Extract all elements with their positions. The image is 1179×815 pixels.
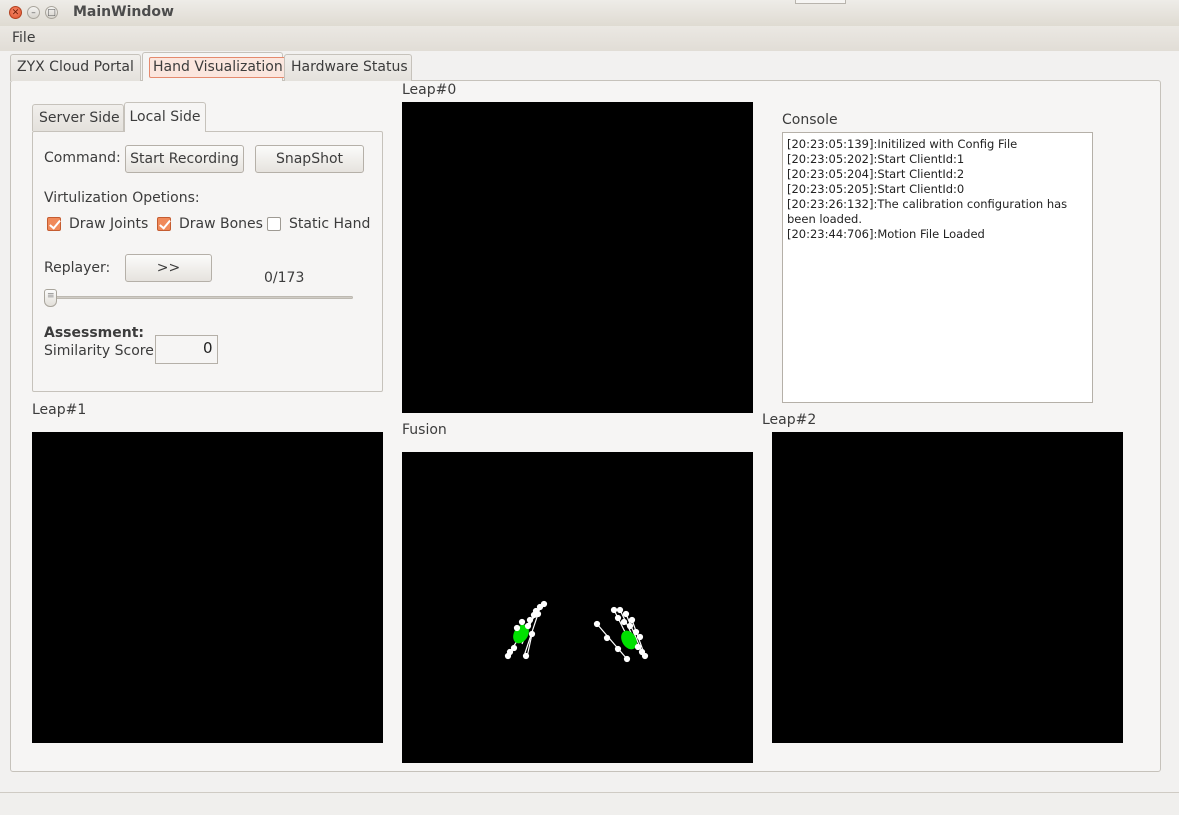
replay-slider-track[interactable] bbox=[46, 296, 353, 299]
status-bar bbox=[0, 792, 1179, 815]
minimize-window-button[interactable]: – bbox=[27, 6, 40, 19]
draw-bones-checkbox[interactable] bbox=[157, 217, 171, 231]
draw-joints-checkbox[interactable] bbox=[47, 217, 61, 231]
visualization-options-label: Virtulization Opetions: bbox=[44, 190, 200, 206]
snapshot-button[interactable]: SnapShot bbox=[255, 145, 364, 173]
leap1-label: Leap#1 bbox=[32, 402, 87, 418]
leap0-label: Leap#0 bbox=[402, 82, 457, 98]
left-hand-skeleton bbox=[504, 600, 548, 660]
fusion-hands-render bbox=[504, 600, 649, 663]
similarity-score-value: 0 bbox=[203, 339, 213, 357]
similarity-score-label: Similarity Score: bbox=[44, 343, 159, 359]
title-bar: ✕ – □ MainWindow bbox=[0, 0, 1179, 26]
fusion-view bbox=[402, 452, 753, 763]
frame-counter: 0/173 bbox=[264, 270, 305, 286]
console-title: Console bbox=[782, 112, 838, 128]
title-bar-widget bbox=[795, 0, 846, 4]
menu-file[interactable]: File bbox=[12, 30, 35, 46]
start-recording-button[interactable]: Start Recording bbox=[125, 145, 244, 173]
right-hand-skeleton bbox=[593, 606, 649, 663]
assessment-label: Assessment: bbox=[44, 325, 145, 341]
command-label: Command: bbox=[44, 150, 121, 166]
static-hand-label: Static Hand bbox=[289, 216, 371, 232]
leap1-view bbox=[32, 432, 383, 743]
static-hand-checkbox[interactable] bbox=[267, 217, 281, 231]
console-log[interactable]: [20:23:05:139]:Initilized with Config Fi… bbox=[782, 132, 1093, 403]
tab-hand-visualization[interactable]: Hand Visualization bbox=[142, 52, 287, 81]
leap0-view bbox=[402, 102, 753, 413]
tab-hand-visualization-label: Hand Visualization bbox=[149, 57, 287, 78]
console-line: [20:23:05:205]:Start ClientId:0 bbox=[787, 182, 965, 196]
console-line: [20:23:05:139]:Initilized with Config Fi… bbox=[787, 137, 1018, 151]
leap2-label: Leap#2 bbox=[762, 412, 817, 428]
replay-slider-handle[interactable] bbox=[44, 289, 57, 307]
console-line: [20:23:05:202]:Start ClientId:1 bbox=[787, 152, 965, 166]
play-button[interactable]: >> bbox=[125, 254, 212, 282]
fusion-label: Fusion bbox=[402, 422, 447, 438]
console-line: [20:23:05:204]:Start ClientId:2 bbox=[787, 167, 965, 181]
maximize-window-button[interactable]: □ bbox=[45, 6, 58, 19]
tab-zyx-cloud-portal[interactable]: ZYX Cloud Portal bbox=[10, 54, 141, 81]
console-line: [20:23:26:132]:The calibration configura… bbox=[787, 197, 1068, 226]
subtab-server-side[interactable]: Server Side bbox=[32, 104, 124, 131]
window-title: MainWindow bbox=[73, 4, 174, 20]
console-line: [20:23:44:706]:Motion File Loaded bbox=[787, 227, 985, 241]
draw-joints-label: Draw Joints bbox=[69, 216, 149, 232]
menu-bar: File bbox=[0, 26, 1179, 51]
tab-hardware-status[interactable]: Hardware Status bbox=[284, 54, 412, 81]
leap2-view bbox=[772, 432, 1123, 743]
replayer-label: Replayer: bbox=[44, 260, 111, 276]
subtab-local-side[interactable]: Local Side bbox=[124, 102, 206, 132]
close-window-button[interactable]: ✕ bbox=[9, 6, 22, 19]
draw-bones-label: Draw Bones bbox=[179, 216, 263, 232]
